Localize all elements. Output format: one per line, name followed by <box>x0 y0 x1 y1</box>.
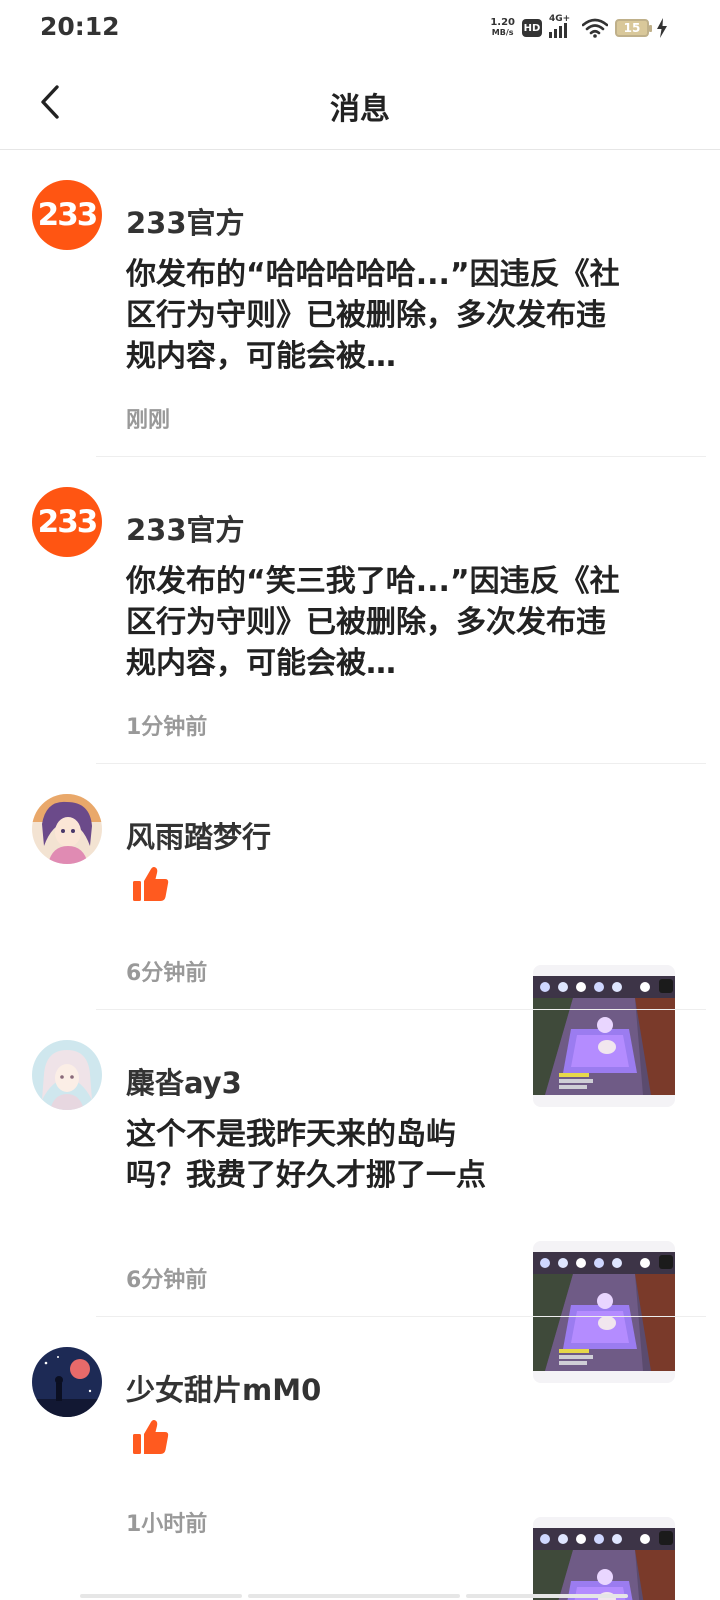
message-item-like-1[interactable]: 风雨踏梦行 6分钟前 <box>0 764 720 1107</box>
message-time: 刚刚 <box>126 408 171 433</box>
user-avatar[interactable] <box>32 794 102 864</box>
user-avatar[interactable] <box>32 1347 102 1417</box>
sender-name: 少女甜片mM0 <box>126 1373 322 1407</box>
message-time: 1分钟前 <box>126 715 208 740</box>
sender-name: 233官方 <box>126 513 245 547</box>
official-233-avatar[interactable]: 233 <box>32 487 102 557</box>
page-title: 消息 <box>330 92 390 127</box>
header: 消息 <box>0 56 720 150</box>
user-avatar[interactable] <box>32 1040 102 1110</box>
like-thumb-icon <box>133 1420 169 1454</box>
status-icons: 1.20 MB/s HD 4G+ 15 <box>490 14 668 42</box>
message-time: 6分钟前 <box>126 961 208 986</box>
sender-name: 风雨踏梦行 <box>126 820 272 854</box>
network-speed: 1.20 MB/s <box>490 18 515 38</box>
message-item-comment-1[interactable]: 麋沓ay3 这个不是我昨天来的岛屿吗？我费了好久才挪了一点 6分钟前 <box>0 1010 720 1383</box>
message-item-official-1[interactable]: 233 233官方 你发布的“哈哈哈哈哈...”因违反《社区行为守则》已被删除，… <box>0 150 720 457</box>
wifi-icon <box>582 18 608 38</box>
network-speed-value: 1.20 <box>490 17 515 28</box>
official-233-avatar[interactable]: 233 <box>32 180 102 250</box>
sender-name: 233官方 <box>126 206 245 240</box>
status-time: 20:12 <box>40 12 120 41</box>
message-item-like-2[interactable]: 少女甜片mM0 1小时前 <box>0 1317 720 1600</box>
message-text: 你发布的“笑三我了哈...”因违反《社区行为守则》已被删除，多次发布违规内容，可… <box>126 564 620 681</box>
like-thumb-icon <box>133 867 169 901</box>
network-speed-unit: MB/s <box>491 28 514 37</box>
message-time: 6分钟前 <box>126 1268 208 1293</box>
sender-name: 麋沓ay3 <box>126 1066 242 1100</box>
battery-icon: 15 <box>615 19 652 37</box>
charging-icon <box>657 18 667 38</box>
status-bar: 20:12 1.20 MB/s HD 4G+ 15 <box>0 0 720 56</box>
hd-icon: HD <box>522 19 542 37</box>
message-item-official-2[interactable]: 233 233官方 你发布的“笑三我了哈...”因违反《社区行为守则》已被删除，… <box>0 457 720 764</box>
cellular-signal-icon: 4G+ <box>549 14 575 38</box>
message-time: 1小时前 <box>126 1512 208 1537</box>
message-text: 你发布的“哈哈哈哈哈...”因违反《社区行为守则》已被删除，多次发布违规内容，可… <box>126 257 620 374</box>
network-type-label: 4G+ <box>549 14 571 24</box>
post-thumbnail[interactable] <box>533 1517 675 1600</box>
bottom-indicator <box>80 1594 628 1598</box>
message-text: 这个不是我昨天来的岛屿吗？我费了好久才挪了一点 <box>126 1117 486 1193</box>
